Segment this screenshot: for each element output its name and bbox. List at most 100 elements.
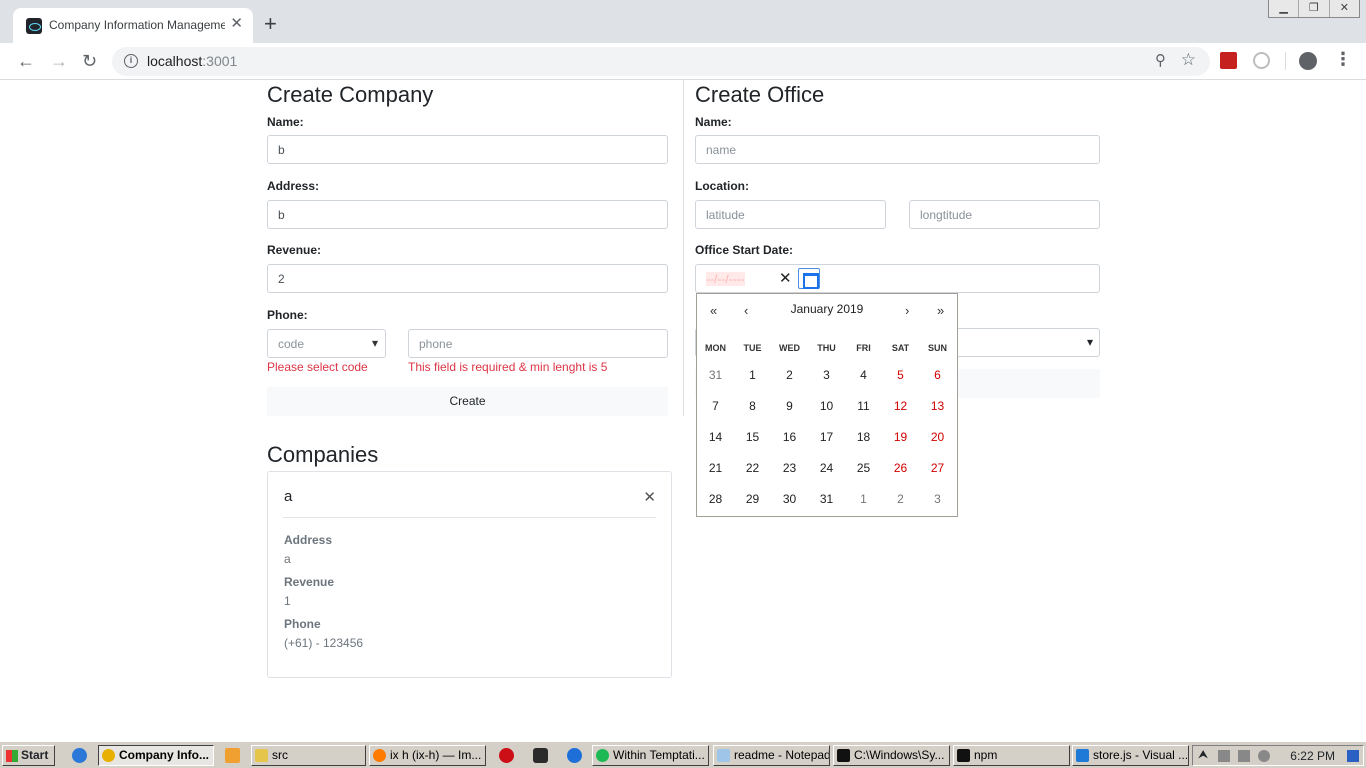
phone-code-select[interactable]: code xyxy=(267,329,386,358)
start-button[interactable]: Start xyxy=(2,745,55,766)
calendar-day[interactable]: 11 xyxy=(845,399,882,413)
taskbar-item-spotify[interactable]: Within Temptati... xyxy=(592,745,709,766)
date-clear-icon[interactable]: ✕ xyxy=(779,269,792,287)
prev-month-button[interactable]: ‹ xyxy=(744,303,748,318)
vscode-icon xyxy=(1076,749,1089,762)
taskbar-item-chrome[interactable]: Company Info... xyxy=(98,745,214,766)
calendar-day[interactable]: 6 xyxy=(919,368,956,382)
calendar-day[interactable]: 3 xyxy=(919,492,956,506)
taskbar-item-npm[interactable]: npm xyxy=(953,745,1070,766)
office-name-input[interactable]: name xyxy=(695,135,1100,164)
new-tab-button[interactable]: + xyxy=(264,13,277,35)
calendar-day[interactable]: 29 xyxy=(734,492,771,506)
kebab-menu-icon[interactable]: ⋮ xyxy=(1334,49,1352,70)
toolbar-divider xyxy=(1285,52,1286,70)
card-revenue-label: Revenue xyxy=(284,575,335,589)
calendar-icon[interactable] xyxy=(798,268,820,289)
calendar-day[interactable]: 24 xyxy=(808,461,845,475)
tray-expand-icon[interactable]: ⮝ xyxy=(1198,747,1208,762)
taskbar-item-src[interactable]: src xyxy=(251,745,366,766)
calendar-day[interactable]: 10 xyxy=(808,399,845,413)
date-placeholder[interactable]: --/--/---- xyxy=(706,272,745,286)
calendar-day[interactable]: 7 xyxy=(697,399,734,413)
calendar-day[interactable]: 3 xyxy=(808,368,845,382)
calendar-day[interactable]: 28 xyxy=(697,492,734,506)
office-location-label: Location: xyxy=(695,179,749,193)
calendar-popup: « ‹ January 2019 › » MON TUE WED THU FRI SAT S… xyxy=(696,293,958,517)
calendar-day[interactable]: 23 xyxy=(771,461,808,475)
console-icon xyxy=(837,749,850,762)
extension-ring-icon[interactable] xyxy=(1253,52,1270,69)
calendar-day[interactable]: 16 xyxy=(771,430,808,444)
longitude-input[interactable]: longtitude xyxy=(909,200,1100,229)
browser-tab[interactable]: Company Information Management ✕ xyxy=(13,8,253,43)
notepad-icon xyxy=(717,749,730,762)
address-bar[interactable]: i localhost:3001 ⚲ ☆ xyxy=(112,47,1210,76)
ie-icon[interactable] xyxy=(72,748,87,763)
company-revenue-label: Revenue: xyxy=(267,243,322,257)
company-address-input[interactable]: b xyxy=(267,200,668,229)
node-icon[interactable] xyxy=(533,748,548,763)
calendar-month-label[interactable]: January 2019 xyxy=(757,302,897,316)
reload-icon[interactable]: ↻ xyxy=(82,51,97,71)
calendar-day[interactable]: 1 xyxy=(734,368,771,382)
taskbar-item-firefox[interactable]: ix h (ix-h) — Im... xyxy=(369,745,486,766)
calendar-day[interactable]: 12 xyxy=(882,399,919,413)
calendar-day[interactable]: 31 xyxy=(808,492,845,506)
zoom-icon[interactable]: ⚲ xyxy=(1155,51,1166,69)
calendar-day[interactable]: 1 xyxy=(845,492,882,506)
restore-button[interactable]: ❐ xyxy=(1299,0,1330,17)
minimize-button[interactable]: ▁ xyxy=(1269,0,1300,17)
create-company-button[interactable]: Create xyxy=(267,387,668,416)
taskbar-item-vscode[interactable]: store.js - Visual ... xyxy=(1072,745,1189,766)
calendar-day[interactable]: 20 xyxy=(919,430,956,444)
tab-close-icon[interactable]: ✕ xyxy=(230,16,243,32)
phone-input[interactable]: phone xyxy=(408,329,668,358)
info-icon[interactable]: i xyxy=(124,54,138,68)
company-name-input[interactable]: b xyxy=(267,135,668,164)
calendar-day[interactable]: 31 xyxy=(697,368,734,382)
next-month-button[interactable]: › xyxy=(905,303,909,318)
taskbar-item-label: ix h (ix-h) — Im... xyxy=(390,748,482,762)
calendar-day[interactable]: 30 xyxy=(771,492,808,506)
calendar-day[interactable]: 9 xyxy=(771,399,808,413)
card-revenue-value: 1 xyxy=(284,594,291,608)
back-icon[interactable]: ← xyxy=(17,51,35,71)
calendar-day[interactable]: 13 xyxy=(919,399,956,413)
calendar-day[interactable]: 14 xyxy=(697,430,734,444)
app-icon[interactable] xyxy=(567,748,582,763)
next-year-button[interactable]: » xyxy=(937,303,944,318)
profile-avatar-icon[interactable] xyxy=(1299,52,1317,70)
calendar-day[interactable]: 5 xyxy=(882,368,919,382)
calendar-day[interactable]: 2 xyxy=(882,492,919,506)
flag-icon[interactable] xyxy=(1218,750,1230,762)
latitude-input[interactable]: latitude xyxy=(695,200,886,229)
opera-icon[interactable] xyxy=(499,748,514,763)
taskbar-item-cmd[interactable]: C:\Windows\Sy... xyxy=(833,745,950,766)
prev-year-button[interactable]: « xyxy=(710,303,717,318)
calendar-day[interactable]: 26 xyxy=(882,461,919,475)
calendar-day[interactable]: 17 xyxy=(808,430,845,444)
company-revenue-input[interactable]: 2 xyxy=(267,264,668,293)
action-center-icon[interactable] xyxy=(1347,750,1359,762)
calendar-day[interactable]: 21 xyxy=(697,461,734,475)
delete-company-icon[interactable]: ✕ xyxy=(643,488,656,506)
calendar-day[interactable]: 22 xyxy=(734,461,771,475)
volume-icon[interactable] xyxy=(1258,750,1270,762)
network-icon[interactable] xyxy=(1238,750,1250,762)
calendar-day[interactable]: 25 xyxy=(845,461,882,475)
office-start-date-input[interactable]: --/--/---- ✕ xyxy=(695,264,1100,293)
taskbar-item-notepad[interactable]: readme - Notepad xyxy=(713,745,830,766)
calendar-day[interactable]: 8 xyxy=(734,399,771,413)
media-player-icon[interactable] xyxy=(225,748,240,763)
calendar-day[interactable]: 15 xyxy=(734,430,771,444)
calendar-day[interactable]: 19 xyxy=(882,430,919,444)
calendar-day[interactable]: 2 xyxy=(771,368,808,382)
calendar-day[interactable]: 18 xyxy=(845,430,882,444)
calendar-day[interactable]: 4 xyxy=(845,368,882,382)
calendar-day[interactable]: 27 xyxy=(919,461,956,475)
forward-icon[interactable]: → xyxy=(50,51,68,71)
close-window-button[interactable]: ✕ xyxy=(1330,0,1359,17)
bookmark-star-icon[interactable]: ☆ xyxy=(1181,50,1196,70)
extension-icon[interactable] xyxy=(1220,52,1237,69)
